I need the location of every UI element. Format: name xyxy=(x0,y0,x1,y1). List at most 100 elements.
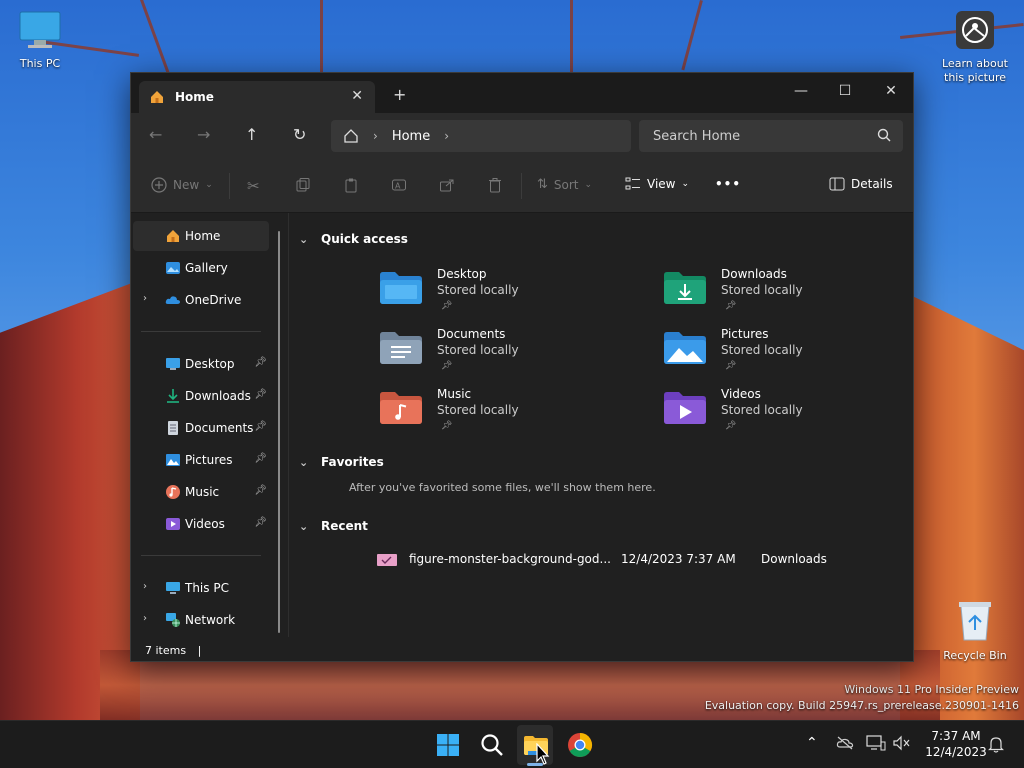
rename-icon[interactable]: A xyxy=(391,177,407,193)
command-bar: New ⌄ ✂ A ⇅ Sort ⌄ View ⌄ ••• Details xyxy=(131,159,913,213)
search-icon[interactable] xyxy=(877,128,891,142)
cut-icon[interactable]: ✂ xyxy=(247,177,260,195)
details-button[interactable]: Details xyxy=(829,177,893,191)
chevron-down-icon[interactable]: ⌄ xyxy=(299,233,308,246)
chevron-down-icon[interactable]: ⌄ xyxy=(299,520,308,533)
folder-name: Pictures xyxy=(721,327,769,341)
item-count: 7 items xyxy=(145,644,187,657)
close-window-button[interactable]: ✕ xyxy=(871,79,911,103)
quick-access-item-pictures[interactable]: Pictures Stored locally 📌︎ xyxy=(663,327,923,383)
section-title: Quick access xyxy=(321,232,408,246)
refresh-icon[interactable]: ↻ xyxy=(293,125,306,144)
share-icon[interactable] xyxy=(439,177,455,193)
sidebar-item-documents[interactable]: Documents 📌︎ xyxy=(133,413,269,443)
breadcrumb[interactable]: › Home › xyxy=(331,120,631,152)
section-header-recent[interactable]: ⌄ Recent xyxy=(299,519,368,533)
chevron-right-icon[interactable]: › xyxy=(444,129,449,143)
recent-file-date: 12/4/2023 7:37 AM xyxy=(621,552,736,566)
divider xyxy=(229,173,230,199)
quick-access-item-documents[interactable]: Documents Stored locally 📌︎ xyxy=(379,327,639,383)
quick-access-item-desktop[interactable]: Desktop Stored locally 📌︎ xyxy=(379,267,639,323)
section-header-quick-access[interactable]: ⌄ Quick access xyxy=(299,232,408,246)
sidebar-item-gallery[interactable]: Gallery xyxy=(133,253,269,283)
breadcrumb-home[interactable]: Home xyxy=(392,129,430,144)
chevron-right-icon[interactable]: › xyxy=(143,581,147,592)
sidebar-item-music[interactable]: Music 📌︎ xyxy=(133,477,269,507)
home-icon xyxy=(151,91,163,103)
chevron-right-icon[interactable]: › xyxy=(143,613,147,624)
folder-location: Stored locally xyxy=(721,343,803,357)
pin-icon: 📌︎ xyxy=(725,301,737,311)
sidebar-item-home[interactable]: Home xyxy=(133,221,269,251)
pin-icon: 📌︎ xyxy=(725,361,737,371)
sidebar-scrollbar[interactable] xyxy=(278,231,280,633)
quick-access-item-music[interactable]: Music Stored locally 📌︎ xyxy=(379,387,639,443)
section-title: Recent xyxy=(321,519,368,533)
pictures-folder-icon xyxy=(664,332,706,364)
new-tab-button[interactable]: + xyxy=(393,85,406,104)
up-arrow-icon[interactable]: ↑ xyxy=(245,125,258,144)
sidebar-item-desktop[interactable]: Desktop 📌︎ xyxy=(133,349,269,379)
new-label: New xyxy=(173,178,200,192)
close-tab-button[interactable]: ✕ xyxy=(351,88,363,104)
windows-start-icon[interactable] xyxy=(430,729,466,761)
music-folder-icon xyxy=(380,392,422,424)
search-icon[interactable] xyxy=(474,729,510,761)
desktop-icon-recycle-bin[interactable]: Recycle Bin xyxy=(935,598,1015,662)
quick-access-item-downloads[interactable]: Downloads Stored locally 📌︎ xyxy=(663,267,923,323)
pin-icon: 📌︎ xyxy=(441,361,453,371)
speaker-muted-icon[interactable] xyxy=(892,735,910,751)
tab-home[interactable]: Home ✕ xyxy=(139,81,375,113)
divider xyxy=(141,555,261,556)
more-options-button[interactable]: ••• xyxy=(715,177,741,191)
chevron-up-icon[interactable]: ⌃ xyxy=(806,735,818,751)
sidebar-item-pictures[interactable]: Pictures 📌︎ xyxy=(133,445,269,475)
system-clock[interactable]: 7:37 AM 12/4/2023 xyxy=(918,728,994,760)
back-arrow-icon[interactable]: ← xyxy=(149,125,162,144)
sidebar-item-network[interactable]: › Network xyxy=(133,605,269,635)
bridge-cable xyxy=(570,0,573,72)
copy-icon[interactable] xyxy=(295,177,311,193)
chrome-icon[interactable] xyxy=(562,729,598,761)
desktop-icon-learn-picture[interactable]: Learn about this picture xyxy=(935,10,1015,85)
sidebar-item-onedrive[interactable]: › OneDrive xyxy=(133,285,269,315)
file-explorer-window: Home ✕ + — ☐ ✕ ← → ↑ ↻ › Home › Search H… xyxy=(130,72,914,662)
os-watermark: Windows 11 Pro Insider Preview Evaluatio… xyxy=(705,682,1019,714)
sidebar-item-label: Pictures xyxy=(185,453,233,467)
sidebar-item-this-pc[interactable]: › This PC xyxy=(133,573,269,603)
desktop-icon-label: Recycle Bin xyxy=(943,649,1007,662)
minimize-button[interactable]: — xyxy=(781,79,821,103)
sort-button[interactable]: ⇅ Sort ⌄ xyxy=(537,177,592,192)
new-button[interactable]: New ⌄ xyxy=(151,177,213,193)
forward-arrow-icon[interactable]: → xyxy=(197,125,210,144)
cloud-icon xyxy=(165,296,180,304)
folder-location: Stored locally xyxy=(721,283,803,297)
chevron-down-icon: ⌄ xyxy=(584,179,593,190)
maximize-button[interactable]: ☐ xyxy=(825,79,865,103)
folder-location: Stored locally xyxy=(721,403,803,417)
desktop-folder-icon xyxy=(380,272,422,304)
pin-icon: 📌︎ xyxy=(254,485,267,496)
sort-icon: ⇅ xyxy=(537,177,548,192)
search-input[interactable] xyxy=(639,120,903,152)
chevron-right-icon: › xyxy=(373,129,378,143)
onedrive-offline-icon[interactable] xyxy=(836,735,854,751)
network-display-icon[interactable] xyxy=(866,735,886,751)
folder-name: Documents xyxy=(437,327,506,341)
sidebar-item-videos[interactable]: Videos 📌︎ xyxy=(133,509,269,539)
music-icon xyxy=(166,485,180,499)
chevron-right-icon[interactable]: › xyxy=(143,293,147,304)
quick-access-item-videos[interactable]: Videos Stored locally 📌︎ xyxy=(663,387,923,443)
recent-file-row[interactable]: figure-monster-background-god... 12/4/20… xyxy=(377,551,917,571)
notification-bell-icon[interactable] xyxy=(988,735,1004,753)
folder-name: Videos xyxy=(721,387,761,401)
desktop-icon-this-pc[interactable]: This PC xyxy=(0,10,80,70)
sidebar-item-downloads[interactable]: Downloads 📌︎ xyxy=(133,381,269,411)
delete-icon[interactable] xyxy=(487,177,503,193)
chevron-down-icon[interactable]: ⌄ xyxy=(299,456,308,469)
view-button[interactable]: View ⌄ xyxy=(625,177,689,191)
pin-icon: 📌︎ xyxy=(254,357,267,368)
sort-label: Sort xyxy=(553,177,579,192)
section-header-favorites[interactable]: ⌄ Favorites xyxy=(299,455,384,469)
paste-icon[interactable] xyxy=(343,177,359,193)
